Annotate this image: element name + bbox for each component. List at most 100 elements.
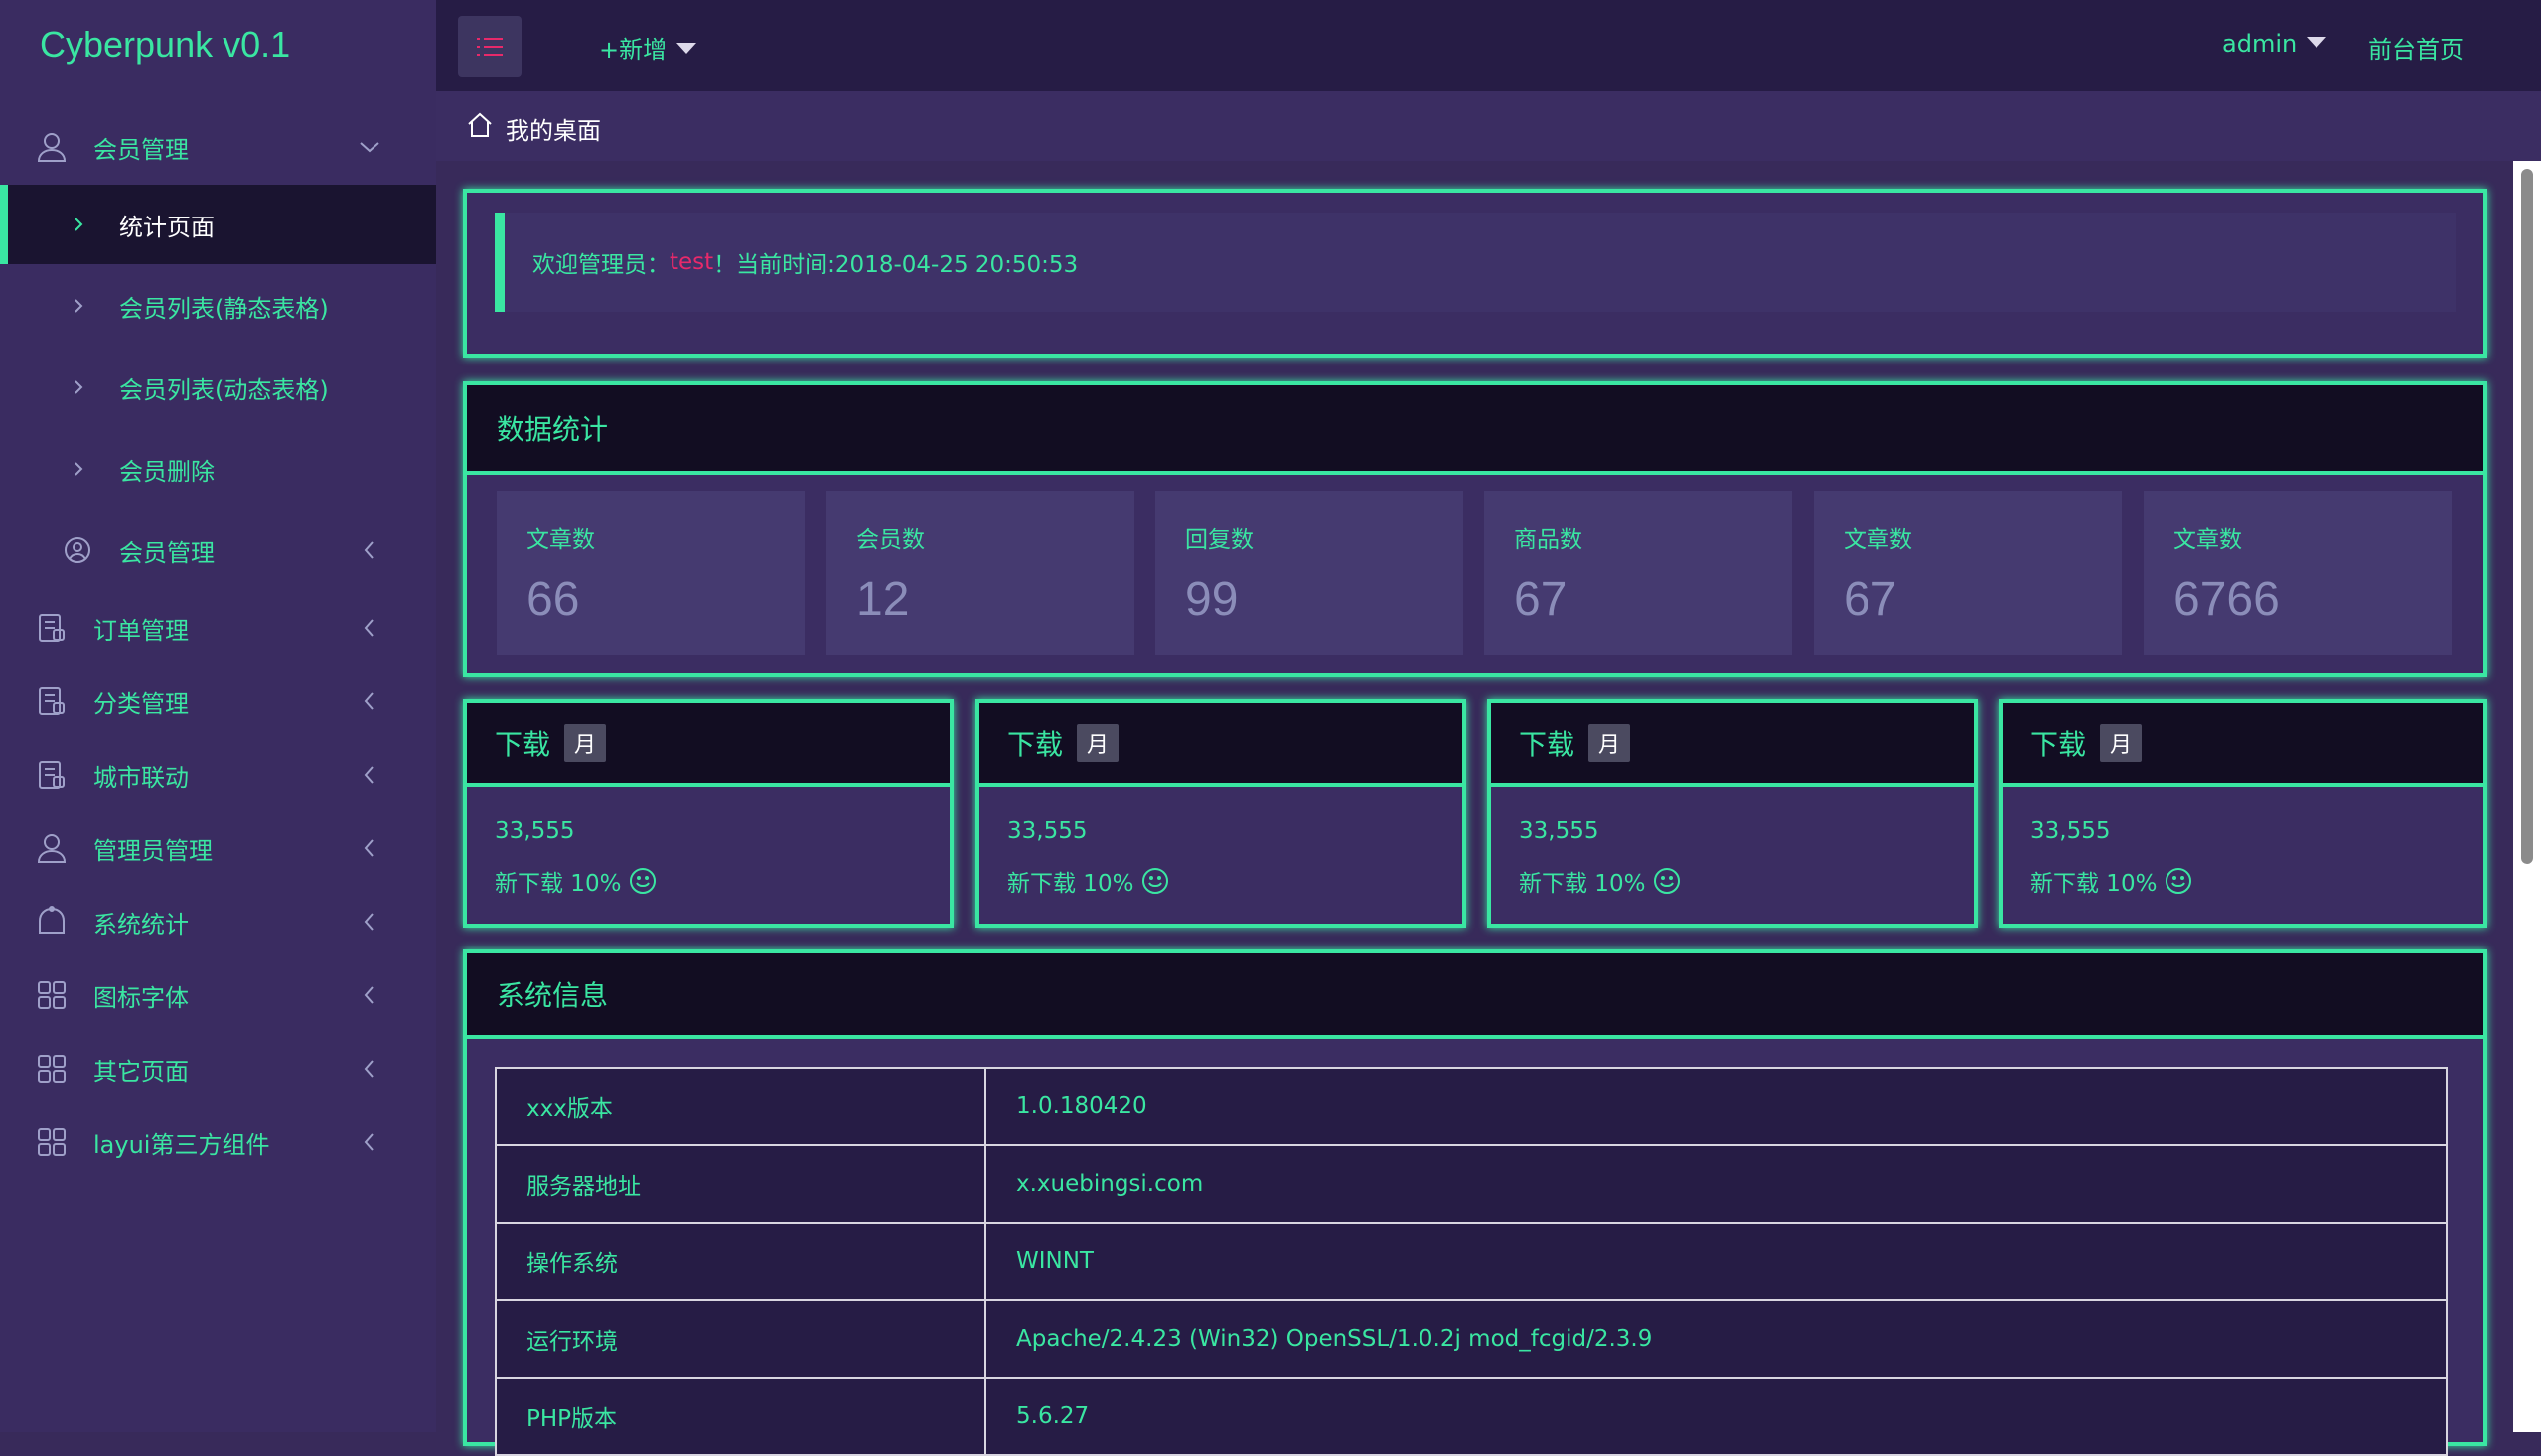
chevron-left-icon: [364, 986, 374, 1004]
sidebar-item-label: 统计页面: [119, 213, 215, 241]
download-title: 下载: [2030, 728, 2087, 761]
chevron-right-icon: [75, 380, 83, 394]
chevron-left-icon: [364, 541, 374, 559]
user-menu[interactable]: admin: [2222, 30, 2327, 58]
sidebar-item-label: 会员列表(动态表格): [119, 375, 329, 404]
sidebar-item-city[interactable]: 城市联动: [0, 735, 436, 814]
sidebar-item-layui-components[interactable]: layui第三方组件: [0, 1102, 436, 1182]
smile-icon: [2166, 868, 2192, 894]
download-title: 下载: [1519, 728, 1575, 761]
sidebar-item-member-list-static[interactable]: 会员列表(静态表格): [0, 266, 436, 346]
download-title: 下载: [495, 728, 551, 761]
sidebar-item-label: layui第三方组件: [93, 1130, 270, 1159]
stat-name: 文章数: [526, 527, 595, 553]
download-count: 33,555: [1519, 818, 1599, 844]
download-panel-header: 下载 月: [1491, 703, 1974, 787]
download-growth: 新下载 10%: [495, 864, 657, 898]
sidebar-item-admin[interactable]: 管理员管理: [0, 808, 436, 888]
download-count: 33,555: [2030, 818, 2111, 844]
welcome-panel: 欢迎管理员： test ！当前时间:2018-04-25 20:50:53: [463, 189, 2487, 358]
download-panel: 下载 月 33,555 新下载 10%: [463, 699, 954, 928]
stat-value: 67: [1844, 573, 1897, 626]
add-new-menu[interactable]: +新增: [599, 30, 697, 65]
grid-icon: [38, 1055, 66, 1083]
stat-card[interactable]: 文章数 67: [1814, 491, 2122, 655]
period-badge: 月: [2100, 724, 2143, 762]
sidebar-item-label: 会员管理: [119, 538, 215, 567]
sysinfo-key: 服务器地址: [495, 1144, 986, 1224]
sidebar-item-label: 系统统计: [93, 910, 189, 939]
sidebar-item-category[interactable]: 分类管理: [0, 661, 436, 741]
content-scrollbar[interactable]: [2513, 161, 2541, 1432]
stat-card[interactable]: 文章数 66: [497, 491, 805, 655]
welcome-prefix: 欢迎管理员：: [532, 252, 670, 278]
sidebar: Cyberpunk v0.1 会员管理 统计页面 会员列表(静态表格) 会员列表…: [0, 0, 436, 1432]
sysinfo-value: WINNT: [984, 1222, 2448, 1301]
sidebar-item-member-management-sub[interactable]: 会员管理: [0, 510, 436, 590]
stat-card[interactable]: 回复数 99: [1155, 491, 1463, 655]
sidebar-item-orders[interactable]: 订单管理: [0, 588, 436, 667]
breadcrumb-label: 我的桌面: [506, 117, 601, 145]
grid-icon: [38, 1128, 66, 1156]
stat-value: 6766: [2173, 573, 2280, 626]
stat-value: 66: [526, 573, 580, 626]
sidebar-item-member-delete[interactable]: 会员删除: [0, 429, 436, 509]
sysinfo-panel-title: 系统信息: [467, 953, 2483, 1039]
menu-toggle-button[interactable]: [458, 16, 522, 77]
sidebar-item-member-management[interactable]: 会员管理: [0, 107, 436, 187]
download-growth-label: 新下载 10%: [2030, 871, 2158, 897]
welcome-message: 欢迎管理员： test ！当前时间:2018-04-25 20:50:53: [495, 213, 2456, 312]
sysinfo-value: x.xuebingsi.com: [984, 1144, 2448, 1224]
sysinfo-panel: 系统信息 xxx版本 1.0.180420 服务器地址 x.xuebingsi.…: [463, 949, 2487, 1456]
stat-card[interactable]: 商品数 67: [1484, 491, 1792, 655]
stat-card[interactable]: 会员数 12: [826, 491, 1134, 655]
table-row: PHP版本 5.6.27: [495, 1377, 2448, 1456]
sidebar-item-label: 订单管理: [93, 616, 189, 645]
stat-value: 99: [1185, 573, 1239, 626]
chevron-left-icon: [364, 1133, 374, 1151]
breadcrumb: 我的桌面: [436, 91, 2541, 161]
sidebar-item-label: 会员管理: [93, 135, 189, 164]
sysinfo-key: 操作系统: [495, 1222, 986, 1301]
table-row: 运行环境 Apache/2.4.23 (Win32) OpenSSL/1.0.2…: [495, 1299, 2448, 1379]
sidebar-item-other-pages[interactable]: 其它页面: [0, 1029, 436, 1108]
home-icon: [468, 112, 492, 137]
download-count: 33,555: [495, 818, 575, 844]
smile-icon: [630, 868, 657, 894]
sidebar-item-icon-font[interactable]: 图标字体: [0, 955, 436, 1035]
stats-icon: [39, 906, 65, 934]
download-panel: 下载 月 33,555 新下载 10%: [1487, 699, 1978, 928]
stats-panel: 数据统计 文章数 66 会员数 12 回复数 99 商品数 67 文章数 67 …: [463, 381, 2487, 677]
stat-name: 文章数: [1844, 527, 1912, 553]
category-icon: [39, 687, 65, 715]
sysinfo-value: Apache/2.4.23 (Win32) OpenSSL/1.0.2j mod…: [984, 1299, 2448, 1379]
sidebar-item-label: 分类管理: [93, 689, 189, 718]
download-growth: 新下载 10%: [1007, 864, 1169, 898]
download-panel-header: 下载 月: [979, 703, 1462, 787]
download-growth-label: 新下载 10%: [1519, 871, 1646, 897]
welcome-user: test: [670, 249, 714, 275]
period-badge: 月: [1077, 724, 1120, 762]
download-growth-label: 新下载 10%: [1007, 871, 1134, 897]
table-row: xxx版本 1.0.180420: [495, 1067, 2448, 1146]
chevron-right-icon: [75, 299, 83, 313]
smile-icon: [1654, 868, 1681, 894]
table-row: 服务器地址 x.xuebingsi.com: [495, 1144, 2448, 1224]
sysinfo-value: 1.0.180420: [984, 1067, 2448, 1146]
chevron-right-icon: [75, 462, 83, 476]
table-row: 操作系统 WINNT: [495, 1222, 2448, 1301]
period-badge: 月: [564, 724, 607, 762]
chevron-left-icon: [364, 1060, 374, 1078]
user-circle-icon: [65, 537, 90, 563]
download-panel-header: 下载 月: [467, 703, 950, 787]
sidebar-item-label: 其它页面: [93, 1057, 189, 1086]
scrollbar-thumb[interactable]: [2521, 169, 2533, 864]
user-menu-label: admin: [2222, 30, 2298, 58]
chevron-left-icon: [364, 692, 374, 710]
frontend-home-link[interactable]: 前台首页: [2368, 30, 2464, 65]
sysinfo-key: PHP版本: [495, 1377, 986, 1456]
stat-card[interactable]: 文章数 6766: [2144, 491, 2452, 655]
sidebar-item-stats-page[interactable]: 统计页面: [0, 185, 436, 264]
sidebar-item-system-stats[interactable]: 系统统计: [0, 882, 436, 961]
sidebar-item-member-list-dynamic[interactable]: 会员列表(动态表格): [0, 348, 436, 427]
